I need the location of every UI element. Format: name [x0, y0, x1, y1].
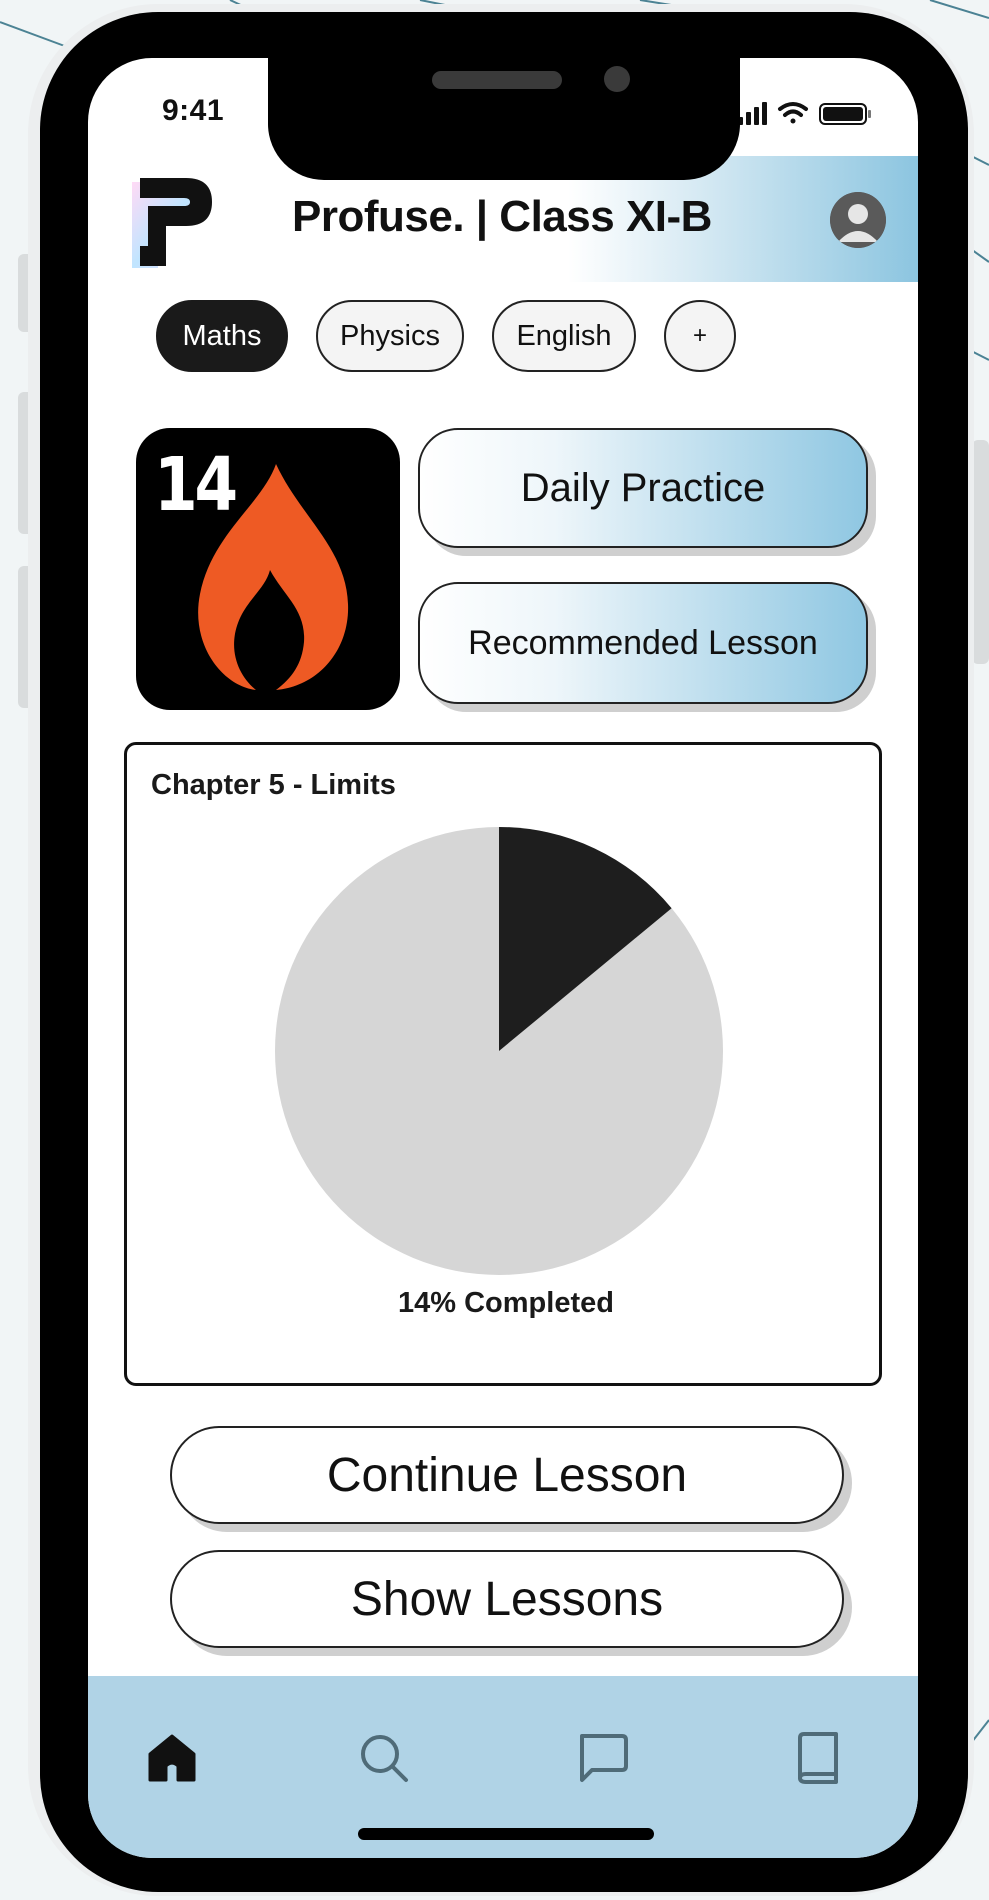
book-icon[interactable] [790, 1730, 846, 1786]
status-icons [738, 102, 871, 125]
app-title: Profuse. | Class XI-B [292, 192, 712, 241]
subject-chips: Maths Physics English + [156, 300, 876, 372]
chapter-progress-card[interactable]: Chapter 5 - Limits 14% Completed [124, 742, 882, 1386]
profile-avatar[interactable] [830, 192, 886, 248]
chat-icon[interactable] [574, 1730, 630, 1786]
wifi-icon [778, 102, 808, 124]
show-lessons-button[interactable]: Show Lessons [170, 1550, 844, 1648]
front-camera [604, 66, 630, 92]
progress-pie-chart [275, 827, 723, 1275]
app-screen: 9:41 Profuse. | Class XI-B Maths Physics… [88, 58, 918, 1858]
chapter-title: Chapter 5 - Limits [151, 769, 396, 801]
continue-lesson-button[interactable]: Continue Lesson [170, 1426, 844, 1524]
phone-notch [268, 58, 740, 180]
phone-side-button [972, 440, 989, 664]
chip-english[interactable]: English [492, 300, 636, 372]
home-icon[interactable] [144, 1730, 200, 1786]
cellular-signal-icon [738, 102, 767, 125]
bottom-nav [88, 1676, 918, 1858]
status-time: 9:41 [162, 94, 225, 127]
streak-count: 14 [154, 442, 238, 528]
speaker-grille [432, 71, 562, 89]
progress-caption: 14% Completed [398, 1287, 614, 1319]
user-icon [830, 192, 886, 248]
search-icon[interactable] [356, 1730, 412, 1786]
daily-practice-button[interactable]: Daily Practice [418, 428, 868, 548]
battery-icon [819, 103, 871, 125]
profuse-logo-icon[interactable] [128, 178, 228, 278]
chip-physics[interactable]: Physics [316, 300, 464, 372]
streak-tile[interactable]: 14 [136, 428, 400, 710]
add-subject-button[interactable]: + [664, 300, 736, 372]
home-indicator [358, 1828, 654, 1840]
chip-maths[interactable]: Maths [156, 300, 288, 372]
recommended-lesson-button[interactable]: Recommended Lesson [418, 582, 868, 704]
